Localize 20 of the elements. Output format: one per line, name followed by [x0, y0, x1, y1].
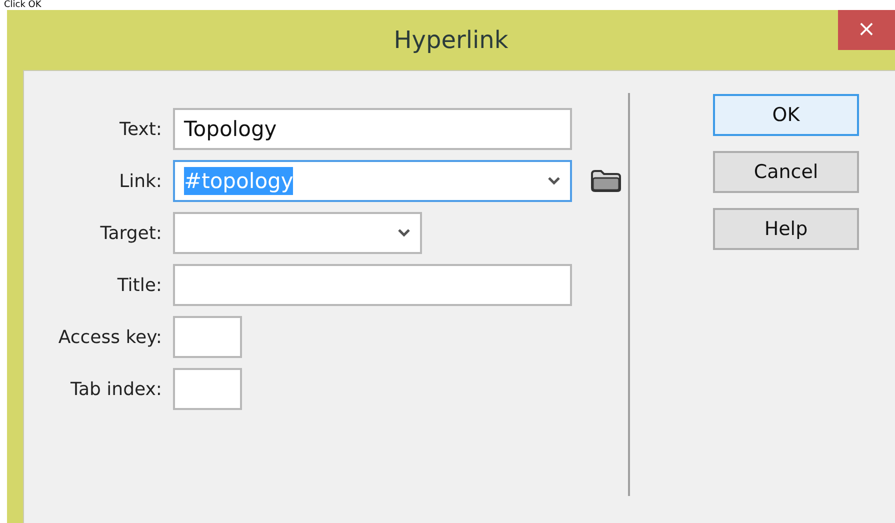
window-title: Hyperlink — [394, 25, 508, 56]
folder-icon[interactable] — [590, 169, 622, 193]
chevron-down-icon — [547, 176, 561, 186]
input-field[interactable] — [173, 316, 242, 358]
dialog-button[interactable]: Cancel — [713, 151, 859, 193]
field-label: Access key: — [58, 326, 162, 350]
input-field[interactable] — [173, 368, 242, 410]
dropdown[interactable] — [173, 212, 422, 254]
caption: Click OK — [4, 0, 42, 10]
field-label: Link: — [119, 170, 162, 194]
field-label: Tab index: — [70, 378, 162, 402]
dialog-button[interactable]: Help — [713, 208, 859, 250]
dialog-button[interactable]: OK — [713, 94, 859, 136]
field-label: Title: — [117, 274, 162, 298]
field-label: Target: — [100, 222, 162, 246]
chevron-down-icon — [397, 228, 411, 238]
text-field[interactable]: Topology — [173, 108, 572, 150]
field-label: Text: — [120, 118, 162, 142]
close-button[interactable]: × — [838, 10, 895, 50]
text-field[interactable] — [173, 264, 572, 306]
